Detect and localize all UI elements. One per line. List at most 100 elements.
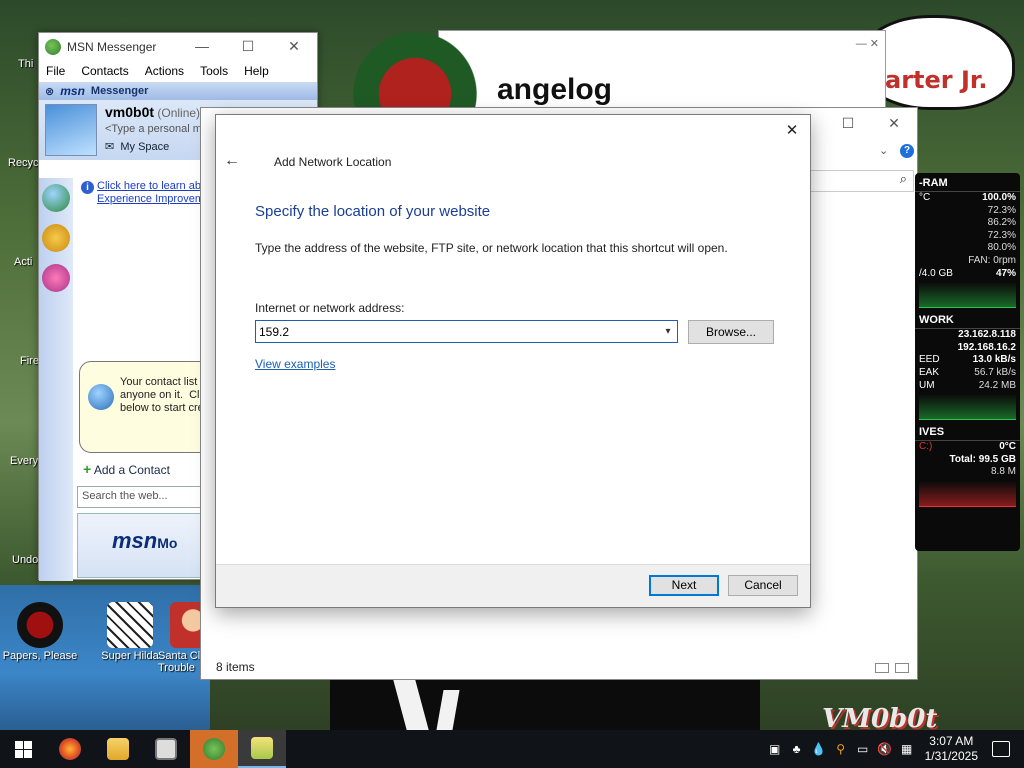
maximize-button[interactable]: ☐ [225, 38, 271, 55]
desktop-icon-label: Papers, Please [2, 650, 78, 662]
desktop-icon-label[interactable]: Undo [12, 554, 38, 566]
cancel-button[interactable]: Cancel [728, 575, 798, 596]
clock-time: 3:07 AM [929, 734, 974, 748]
item-count: 8 items [216, 660, 255, 674]
taskbar-file-explorer[interactable] [94, 730, 142, 768]
row-value: FAN: 0rpm [968, 254, 1016, 266]
my-space-link[interactable]: My Space [120, 141, 169, 153]
tray-people-icon[interactable]: ♣ [789, 741, 805, 757]
network-row: EAK 56.7 kB/s [915, 367, 1020, 380]
alerts-tab-icon[interactable] [42, 224, 70, 252]
taskbar-firefox[interactable] [46, 730, 94, 768]
ram-row: FAN: 0rpm [915, 255, 1020, 268]
menu-actions[interactable]: Actions [145, 64, 184, 78]
banner-suffix: Mo [157, 535, 178, 551]
menu-file[interactable]: File [46, 64, 65, 78]
taskbar-network-location[interactable] [238, 730, 286, 768]
row-value: 72.3% [987, 229, 1016, 241]
fun-tab-icon[interactable] [42, 264, 70, 292]
add-contact-button[interactable]: + Add a Contact [83, 461, 170, 477]
speech-cloud-text: arter Jr. [885, 66, 988, 94]
row-value: 0°C [999, 441, 1016, 453]
network-icon[interactable]: ▭ [855, 741, 871, 757]
drive-graph [919, 480, 1016, 507]
avatar[interactable] [45, 104, 97, 156]
menu-contacts[interactable]: Contacts [81, 64, 128, 78]
desktop-icon-label[interactable]: Fire [20, 355, 39, 367]
desktop-icon-papers-please[interactable]: Papers, Please [0, 602, 80, 662]
next-button[interactable]: Next [649, 575, 719, 596]
minimize-button[interactable]: — [179, 38, 225, 55]
close-button[interactable]: ✕ [871, 115, 917, 132]
ram-row: 86.2% [915, 217, 1020, 230]
msn-titlebar[interactable]: MSN Messenger — ☐ ✕ [39, 33, 317, 60]
dialog-footer: Next Cancel [216, 564, 810, 607]
clock-date: 1/31/2025 [924, 749, 978, 763]
row-value: 100.0% [982, 192, 1016, 203]
system-tray: ▣ ♣ 💧 ⚲ ▭ 🔇 ▦ 3:07 AM 1/31/2025 [767, 734, 1024, 764]
address-input[interactable] [256, 321, 659, 342]
address-combobox[interactable]: ▾ [255, 320, 678, 343]
clock[interactable]: 3:07 AM 1/31/2025 [925, 734, 978, 764]
user-status[interactable]: (Online) [157, 106, 200, 120]
contacts-tab-icon[interactable] [42, 184, 70, 212]
large-icons-view-icon[interactable] [895, 663, 909, 673]
chevron-down-icon[interactable]: ▾ [659, 326, 677, 337]
collapse-icon[interactable]: ⊗ [45, 85, 54, 98]
msn-buddy-icon [45, 38, 61, 55]
desktop-icon-label[interactable]: Thi [18, 58, 33, 70]
add-network-location-dialog[interactable]: ✕ ← Add Network Location Specify the loc… [215, 114, 811, 608]
add-contact-label: Add a Contact [93, 463, 170, 477]
desktop-icon-label[interactable]: Every [10, 455, 38, 467]
volume-muted-icon[interactable]: 🔇 [877, 741, 893, 757]
changelog-title: angelog [497, 73, 613, 106]
tray-search-icon[interactable]: ⚲ [833, 741, 849, 757]
row-value: 72.3% [987, 204, 1016, 216]
windows-logo-icon [14, 740, 32, 758]
row-value: 8.8 M [990, 466, 1016, 478]
taskbar-msn-messenger[interactable] [190, 730, 238, 768]
close-icon[interactable]: ✕ [782, 121, 802, 141]
papers-please-icon [17, 602, 63, 648]
add-contact-icon [88, 384, 114, 410]
search-icon[interactable]: ⌕ [809, 170, 914, 192]
view-examples-link[interactable]: View examples [255, 357, 335, 371]
menu-help[interactable]: Help [244, 64, 269, 78]
view-toggle [875, 663, 909, 673]
drive-row: C:) 0°C [915, 441, 1020, 454]
help-icon[interactable]: ? [900, 144, 914, 158]
row-value: 23.162.8.118 [958, 329, 1016, 341]
row-key: °C [919, 192, 931, 203]
desktop-icon-label[interactable]: Recyc [8, 157, 39, 169]
maximize-button[interactable]: ☐ [825, 115, 871, 132]
row-value: Total: 99.5 GB [949, 453, 1017, 465]
dialog-description: Type the address of the website, FTP sit… [255, 241, 728, 255]
menu-tools[interactable]: Tools [200, 64, 228, 78]
row-key: EAK [919, 366, 940, 378]
address-label: Internet or network address: [255, 301, 405, 315]
tray-alert-icon[interactable]: ▦ [899, 741, 915, 757]
personal-message-field[interactable]: <Type a personal m [105, 123, 202, 135]
desktop-icon-label[interactable]: Acti [14, 256, 32, 268]
notification-center-icon[interactable] [992, 741, 1010, 757]
user-name[interactable]: vm0b0t [105, 104, 154, 120]
tray-app-icon[interactable]: ▣ [767, 741, 783, 757]
changelog-window-controls[interactable]: — ✕ [856, 37, 879, 50]
drive-row: 8.8 M [915, 466, 1020, 479]
system-monitor-gadget: -RAM °C 100.0% 72.3% 86.2% 72.3% 80.0% FA… [915, 173, 1020, 551]
start-button[interactable] [0, 730, 46, 768]
plus-icon: + [83, 461, 92, 477]
close-button[interactable]: ✕ [271, 38, 317, 55]
browse-button[interactable]: Browse... [688, 320, 774, 344]
details-view-icon[interactable] [875, 663, 889, 673]
tray-drop-icon[interactable]: 💧 [811, 741, 827, 757]
network-row: UM 24.2 MB [915, 380, 1020, 393]
msn-window-title: MSN Messenger [67, 39, 157, 54]
mail-icon[interactable]: ✉ [105, 141, 114, 153]
back-arrow-icon[interactable]: ← [224, 152, 240, 170]
row-value: 47% [995, 267, 1016, 279]
changelog-window[interactable]: — ✕ angelog [438, 30, 886, 110]
taskbar-app[interactable] [142, 730, 190, 768]
chevron-down-icon[interactable]: ⌄ [879, 144, 888, 157]
msn-buddy-icon [203, 738, 225, 760]
